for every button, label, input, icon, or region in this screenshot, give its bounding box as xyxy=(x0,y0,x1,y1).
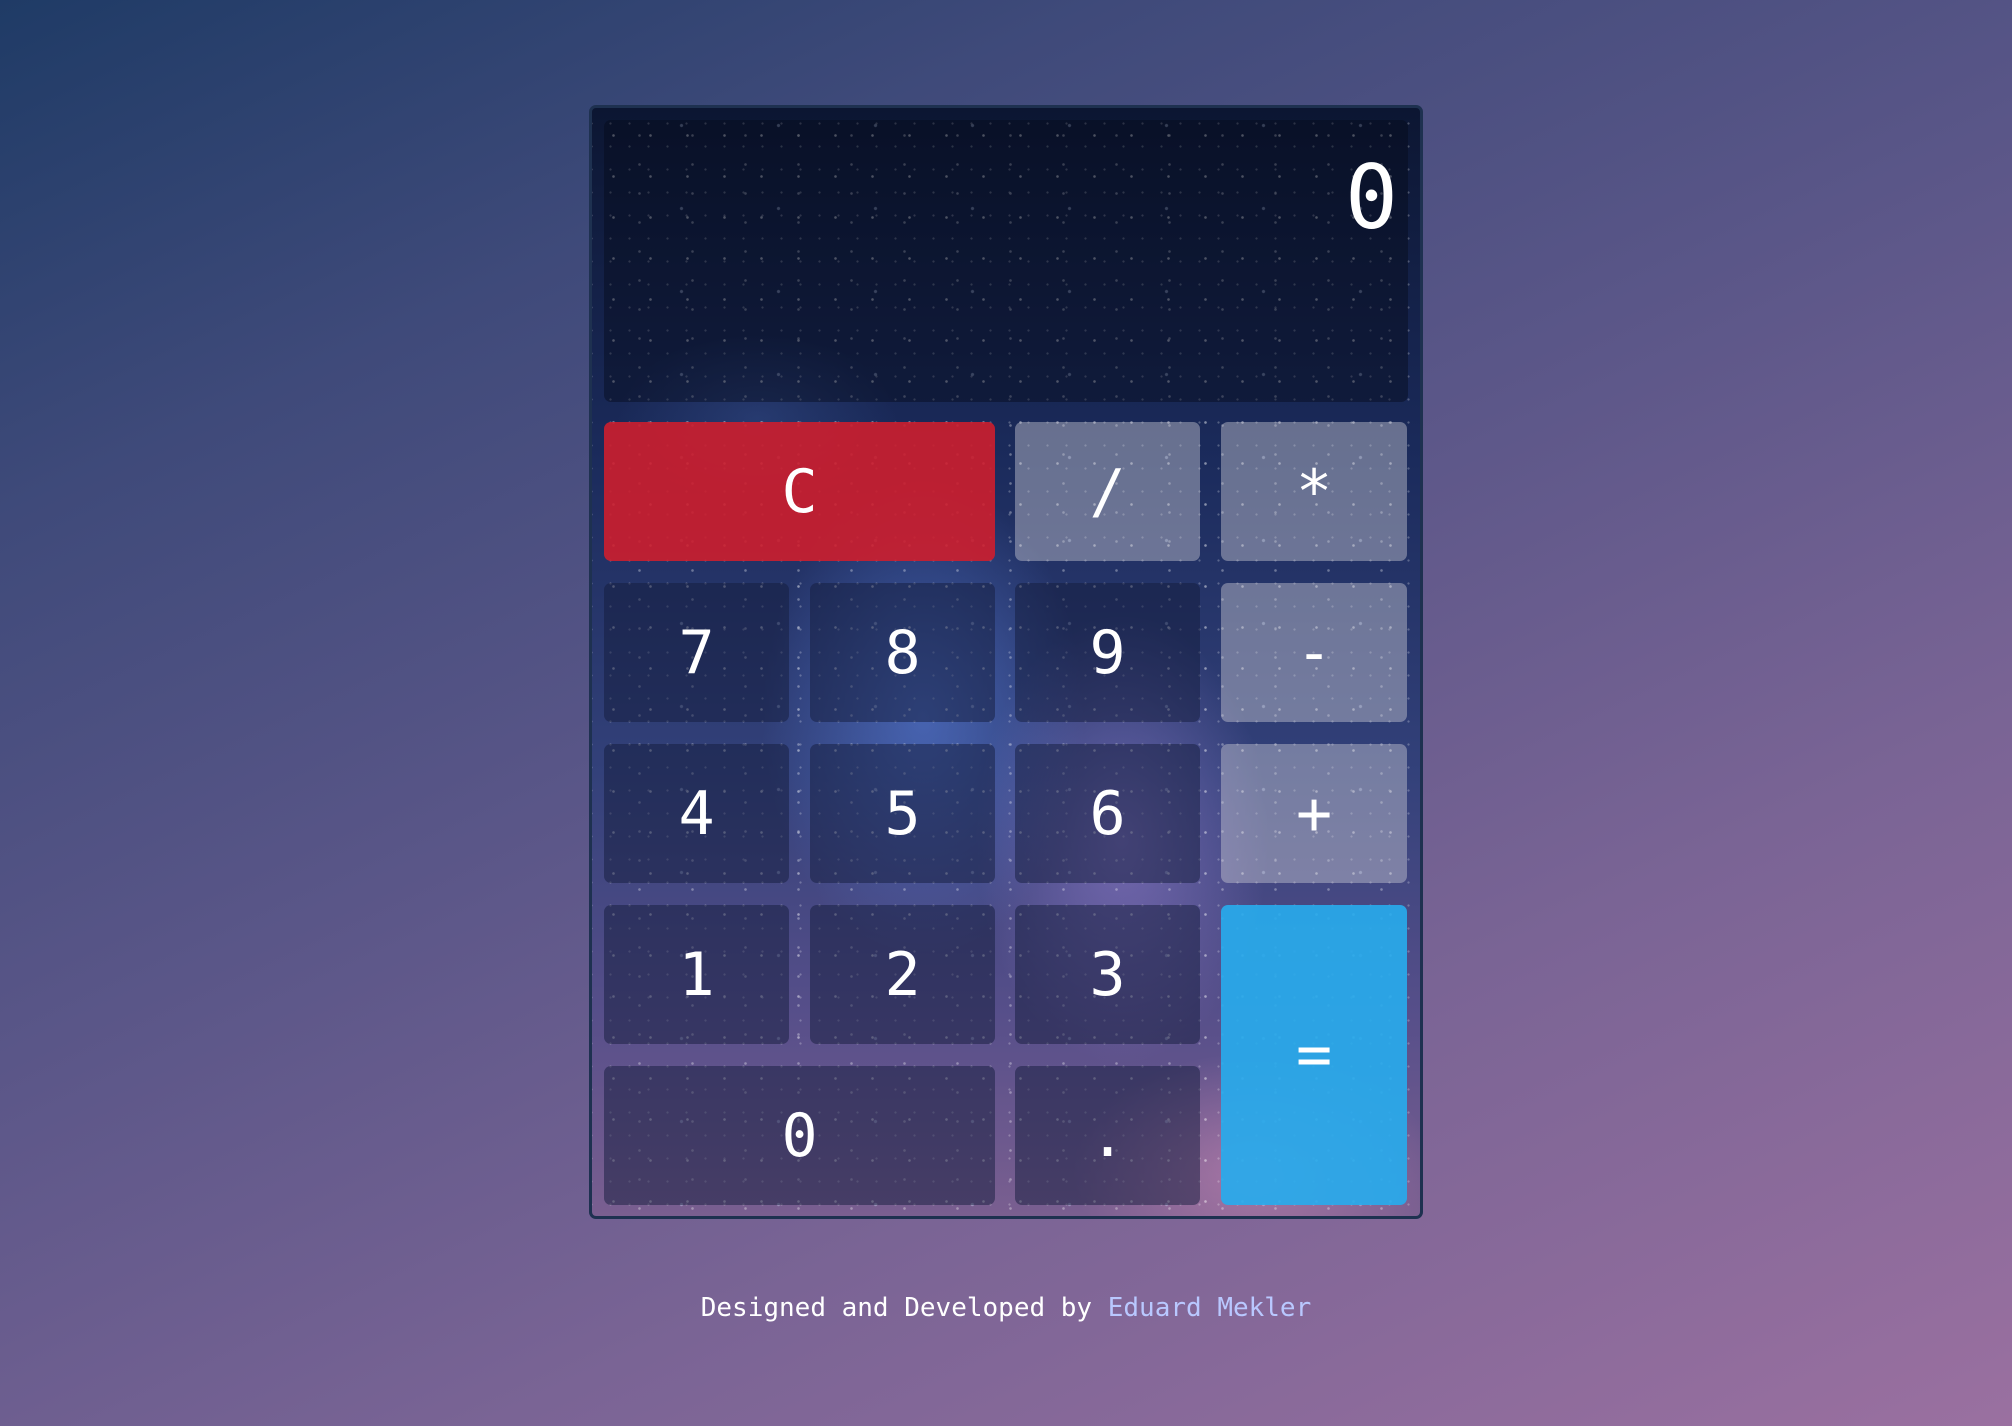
digit-6-button[interactable]: 6 xyxy=(1015,744,1200,883)
digit-0-button[interactable]: 0 xyxy=(604,1066,995,1205)
digit-4-button[interactable]: 4 xyxy=(604,744,789,883)
clear-button[interactable]: C xyxy=(604,422,995,561)
decimal-button[interactable]: . xyxy=(1015,1066,1200,1205)
equals-button[interactable]: = xyxy=(1221,905,1407,1205)
digit-8-button[interactable]: 8 xyxy=(810,583,995,722)
author-link[interactable]: Eduard Mekler xyxy=(1108,1293,1312,1323)
calculator-display: 0 xyxy=(604,120,1408,402)
subtract-button[interactable]: - xyxy=(1221,583,1407,722)
add-button[interactable]: + xyxy=(1221,744,1407,883)
digit-9-button[interactable]: 9 xyxy=(1015,583,1200,722)
digit-3-button[interactable]: 3 xyxy=(1015,905,1200,1044)
display-value: 0 xyxy=(1345,146,1398,249)
digit-5-button[interactable]: 5 xyxy=(810,744,995,883)
footer-credit: Designed and Developed by Eduard Mekler xyxy=(0,1293,2012,1323)
multiply-button[interactable]: * xyxy=(1221,422,1407,561)
footer-credit-text: Designed and Developed by xyxy=(700,1293,1108,1323)
digit-7-button[interactable]: 7 xyxy=(604,583,789,722)
divide-button[interactable]: / xyxy=(1015,422,1200,561)
digit-2-button[interactable]: 2 xyxy=(810,905,995,1044)
calculator: 0 C / * 7 8 9 - 4 5 6 + 1 2 3 = 0 . xyxy=(589,105,1423,1219)
digit-1-button[interactable]: 1 xyxy=(604,905,789,1044)
